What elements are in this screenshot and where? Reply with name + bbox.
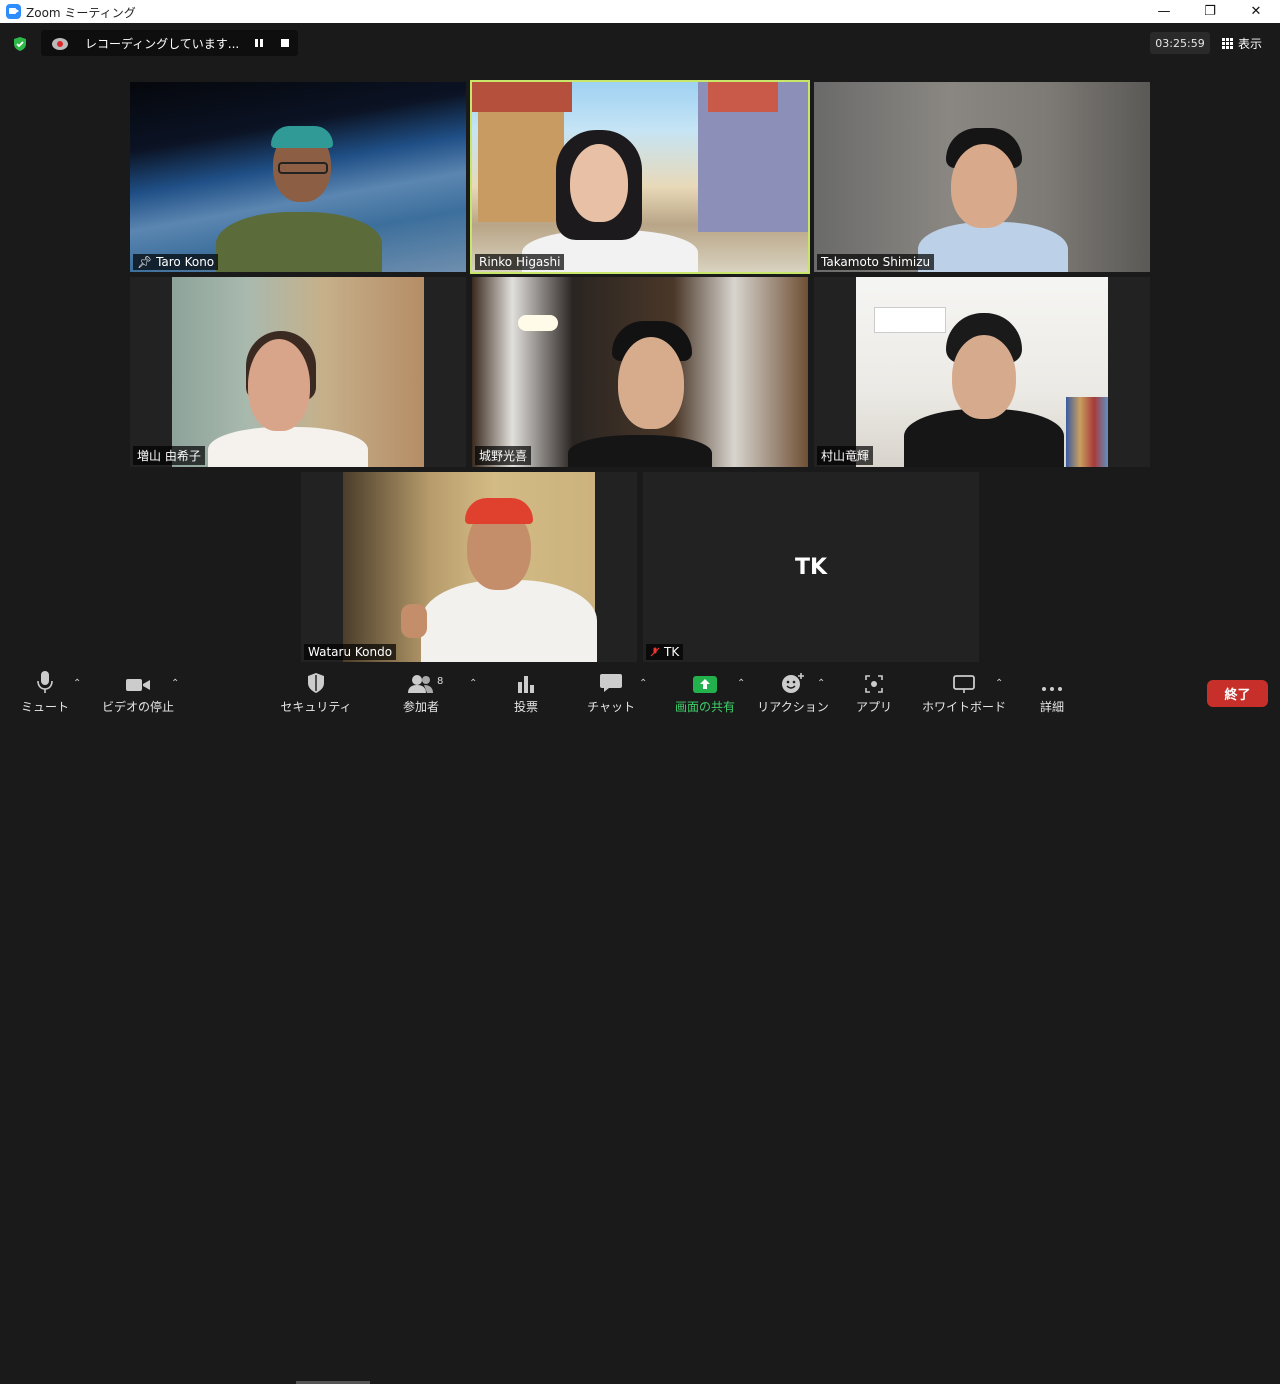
title-bar: Zoom ミーティング — ❐ ✕ [0,0,1280,23]
video-tile-masuyama[interactable]: 増山 由希子 [130,277,466,467]
window-title: Zoom ミーティング [26,6,136,20]
video-tile-taro-kono[interactable]: 📌︎ Taro Kono [130,82,466,272]
maximize-button[interactable]: ❐ [1187,0,1233,23]
red-cap [465,498,533,524]
whiteboard-options-caret[interactable]: ⌃ [995,678,1003,689]
chat-options-caret[interactable]: ⌃ [639,678,647,689]
video-tile-takamoto-shimizu[interactable]: Takamoto Shimizu [814,82,1150,272]
security-button[interactable]: セキュリティ [280,664,352,720]
zoom-logo-icon [6,4,21,19]
participant-body [918,222,1068,272]
smiley-plus-icon [782,673,804,693]
end-meeting-button[interactable]: 終了 [1207,680,1268,707]
video-camera-icon [126,679,150,691]
cloud-recording-icon [52,38,68,50]
video-options-caret[interactable]: ⌃ [171,678,179,689]
participants-count: 8 [437,676,444,687]
apps-label: アプリ [856,700,893,714]
recording-bar: レコーディングしています... [41,30,298,56]
video-tile-tk[interactable]: TK TK [643,472,979,662]
glasses [278,162,328,174]
participant-name-label: 📌︎ Taro Kono [133,254,219,270]
microphone-icon [37,671,53,693]
video-tile-shirono[interactable]: 城野光喜 [472,277,808,467]
share-screen-button[interactable]: 画面の共有 [670,664,740,720]
muted-mic-icon [650,647,660,657]
whiteboard-label: ホワイトボード [922,700,1007,714]
share-screen-icon [693,676,717,693]
whiteboard-icon [953,675,975,693]
thumbs-up-hand [401,604,427,638]
participant-name-label: Rinko Higashi [475,254,565,270]
chat-button[interactable]: チャット [587,664,635,720]
meeting-timer: 03:25:59 [1150,32,1210,54]
mute-button[interactable]: ミュート [21,664,70,720]
participant-name-label: Wataru Kondo [304,644,397,660]
recording-status-text: レコーディングしています... [85,37,240,51]
participant-head [952,335,1016,419]
reactions-options-caret[interactable]: ⌃ [817,678,825,689]
apps-icon [865,675,883,693]
participants-options-caret[interactable]: ⌃ [469,678,477,689]
stop-recording-button[interactable] [281,39,289,47]
participant-name-label: 村山竜輝 [817,446,874,465]
encryption-shield-icon[interactable] [12,36,28,52]
minimize-button[interactable]: — [1141,0,1187,23]
view-button[interactable]: 表示 [1222,32,1262,54]
chat-bubble-icon [600,674,622,692]
security-shield-icon [308,673,324,693]
whiteboard-button[interactable]: ホワイトボード [922,664,1007,720]
more-button[interactable]: 詳細 [1034,664,1070,720]
participant-head [951,144,1017,228]
participants-label: 参加者 [402,700,439,714]
participant-head [248,339,310,431]
pause-recording-button[interactable] [253,37,265,49]
air-conditioner [874,307,946,333]
stop-video-button[interactable]: ビデオの停止 [100,664,176,720]
participant-body [208,427,368,467]
meeting-toolbar: ミュート ⌃ ビデオの停止 ⌃ セキュリティ 参加者 8 ⌃ 投票 チャット ⌃… [0,664,1280,1384]
participant-name-label: Takamoto Shimizu [817,254,935,270]
polls-button[interactable]: 投票 [506,664,546,720]
video-tile-murayama[interactable]: 村山竜輝 [814,277,1150,467]
bookshelf [1066,397,1108,467]
video-label: ビデオの停止 [101,700,174,714]
bar-chart-icon [518,676,534,693]
video-tile-wataru-kondo[interactable]: Wataru Kondo [301,472,637,662]
reactions-button[interactable]: リアクション [757,664,829,720]
mute-label: ミュート [21,700,70,714]
participant-body [568,435,712,467]
close-button[interactable]: ✕ [1233,0,1279,23]
chat-label: チャット [587,700,635,714]
share-options-caret[interactable]: ⌃ [737,678,745,689]
participant-body [216,212,382,272]
participants-icon [408,675,433,693]
reactions-label: リアクション [757,700,829,714]
polls-label: 投票 [513,700,538,714]
view-label: 表示 [1238,36,1263,51]
video-tile-rinko-higashi[interactable]: Rinko Higashi [470,80,810,274]
participant-name-label: 増山 由希子 [133,446,205,465]
participant-name: Taro Kono [156,255,215,269]
participant-name-label: 城野光喜 [475,446,532,465]
roof-right [708,82,778,112]
participant-hair [271,126,333,148]
participant-name-label: TK [646,644,684,660]
participant-initials: TK [794,554,828,580]
participant-name: TK [664,645,680,659]
more-label: 詳細 [1039,700,1064,714]
roof-left [472,82,572,112]
more-dots-icon [1042,687,1062,691]
grid-view-icon [1222,37,1233,49]
participant-head [570,144,628,222]
security-label: セキュリティ [280,700,352,714]
ceiling-light [518,315,558,331]
pin-icon: 📌︎ [137,255,153,269]
participant-head [618,337,684,429]
apps-button[interactable]: アプリ [856,664,892,720]
share-label: 画面の共有 [674,700,735,714]
participants-button[interactable]: 参加者 [396,664,446,720]
audio-options-caret[interactable]: ⌃ [73,678,81,689]
participant-body [421,580,597,662]
